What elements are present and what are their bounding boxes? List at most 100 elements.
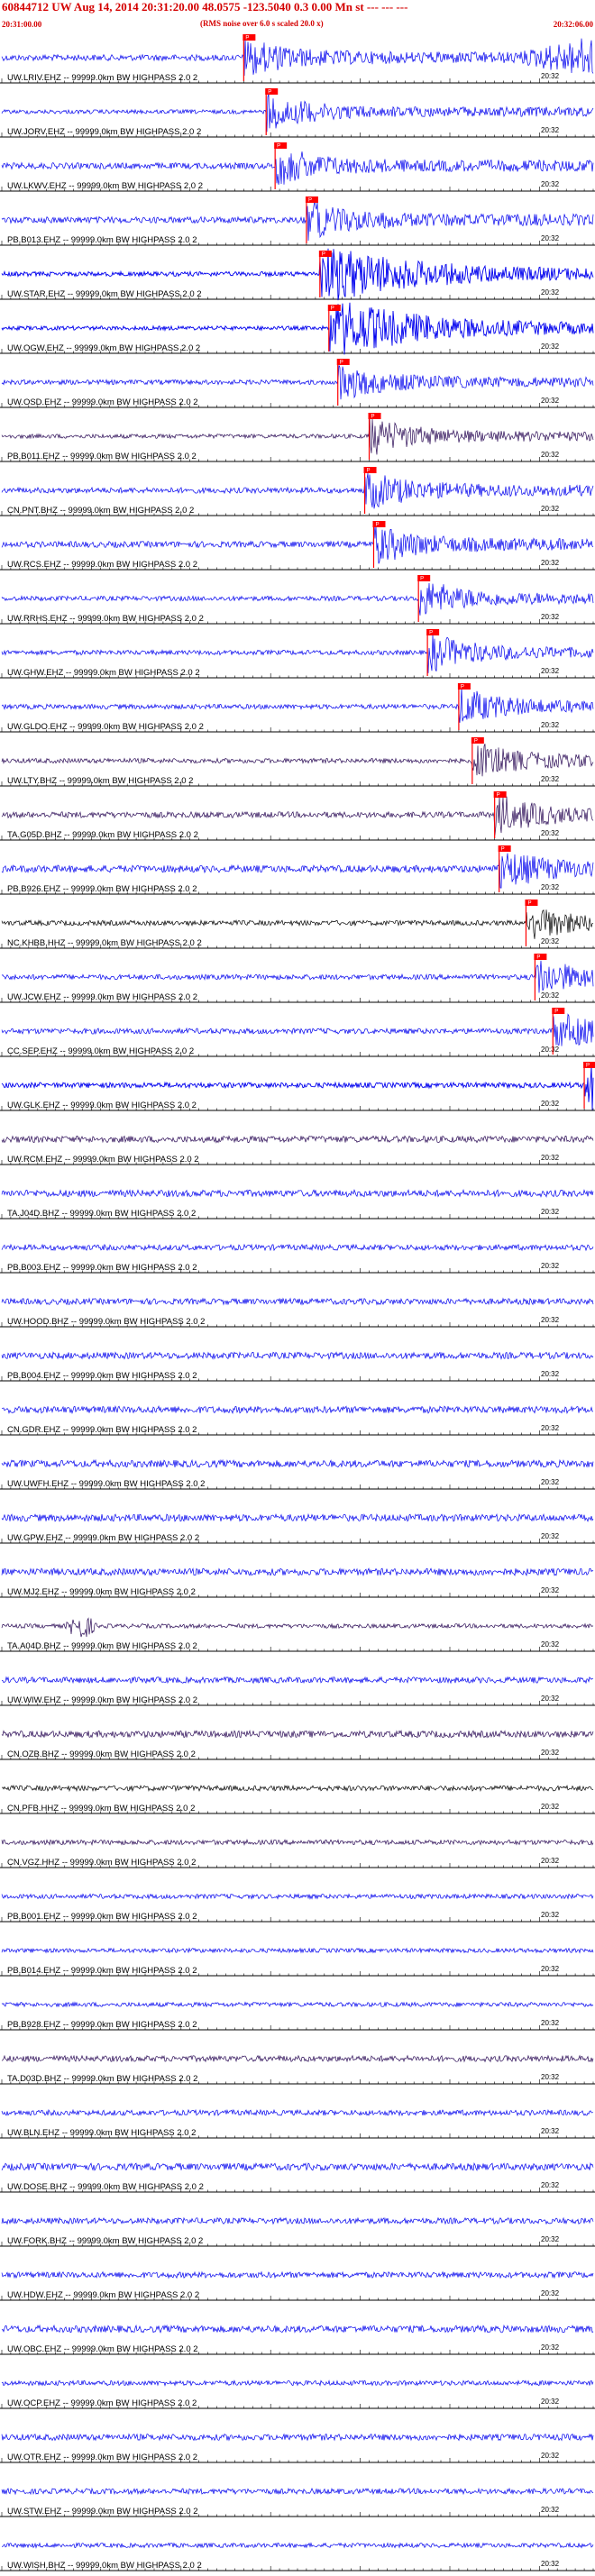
tick-label: 20:32 [541, 1532, 560, 1540]
station-label: CN.VGZ.HHZ -- 99999.0km BW HIGHPASS 2.0 … [7, 1858, 196, 1868]
trace-12: 20:32 UW.GLDO.EHZ -- 99999.0km BW HIGHPAS… [0, 683, 595, 733]
trace-37: 20:32 TA.D03D.BHZ -- 99999.0km BW HIGHPAS… [0, 2054, 595, 2085]
waveform [1, 2054, 594, 2063]
trace-21: 20:32 TA.J04D.BHZ -- 99999.0km BW HIGHPAS… [0, 1188, 595, 1219]
station-label: PB.B014.EHZ -- 99999.0km BW HIGHPASS 2.0… [7, 1966, 197, 1976]
waveform [1, 1839, 594, 1846]
pick-label: P [461, 685, 464, 690]
plot-title: 60844712 UW Aug 14, 2014 20:31:20.00 48.… [2, 0, 408, 14]
station-label: UW.GLDO.EHZ -- 99999.0km BW HIGHPASS 2.0… [7, 722, 204, 732]
waveform [1, 2487, 594, 2496]
tick-label: 20:32 [541, 1478, 560, 1486]
waveform [1, 687, 594, 723]
trace-39: 20:32 UW.DOSE.BHZ -- 99999.0km BW HIGHPAS… [0, 2161, 595, 2193]
station-label: TA.A04D.BHZ -- 99999.0km BW HIGHPASS 2.0… [7, 1641, 197, 1651]
station-label: TA.J04D.BHZ -- 99999.0km BW HIGHPASS 2.0… [7, 1209, 196, 1219]
station-label: TA.D03D.BHZ -- 99999.0km BW HIGHPASS 2.0… [7, 2074, 197, 2084]
trace-36: 20:32 PB.B928.EHZ -- 99999.0km BW HIGHPAS… [0, 2001, 595, 2031]
tick-label: 20:32 [541, 1424, 560, 1432]
station-label: PB.B001.EHZ -- 99999.0km BW HIGHPASS 2.0… [7, 1912, 197, 1922]
waveform [1, 853, 594, 889]
tick-label: 20:32 [541, 1857, 560, 1865]
tick-label: 20:32 [541, 234, 560, 242]
station-label: UW.HOOD.BHZ -- 99999.0km BW HIGHPASS 2.0… [7, 1317, 205, 1327]
tick-label: 20:32 [541, 126, 560, 134]
trace-11: 20:32 UW.GHW.EHZ -- 99999.0km BW HIGHPASS… [0, 629, 595, 679]
trace-3: 20:32 PB.B013.EHZ -- 99999.0km BW HIGHPAS… [0, 196, 595, 246]
trace-2: 20:32 UW.LKWV.EHZ -- 99999.0km BW HIGHPAS… [0, 142, 595, 192]
pick-label: P [527, 901, 531, 907]
pick-label: P [367, 469, 371, 474]
pick-label: P [277, 144, 280, 150]
trace-27: 20:32 UW.GPW.EHZ -- 99999.0km BW HIGHPASS… [0, 1512, 595, 1544]
tick-label: 20:32 [541, 1316, 560, 1324]
tick-label: 20:32 [541, 1370, 560, 1378]
tick-label: 20:32 [541, 397, 560, 405]
station-label: UW.OTR.EHZ -- 99999.0km BW HIGHPASS 2.0 … [7, 2453, 197, 2462]
trace-8: 20:32 CN.PNT.BHZ -- 99999.0km BW HIGHPASS… [0, 467, 595, 516]
waveform [1, 1351, 594, 1360]
pick-label: P [340, 361, 343, 366]
tick-label: 20:32 [541, 2181, 560, 2189]
station-label: UW.RRHS.EHZ -- 99999.0km BW HIGHPASS 2.0… [7, 614, 204, 624]
waveform [1, 1404, 593, 1415]
station-label: TA.G05D.BHZ -- 99999.0km BW HIGHPASS 2.0… [7, 830, 198, 840]
station-label: CC.SEP.EHZ -- 99999.0km BW HIGHPASS 2.0 … [7, 1046, 194, 1056]
waveform [1, 1458, 594, 1468]
tick-label: 20:32 [541, 1911, 560, 1919]
waveform [1, 2001, 594, 2008]
station-label: UW.RCS.EHZ -- 99999.0km BW HIGHPASS 2.0 … [7, 560, 197, 570]
trace-4: 20:32 UW.STAR.EHZ -- 99999.0km BW HIGHPAS… [0, 248, 595, 301]
station-label: UW.GPW.EHZ -- 99999.0km BW HIGHPASS 2.0 … [7, 1533, 199, 1543]
trace-18: 20:32 CC.SEP.EHZ -- 99999.0km BW HIGHPASS… [0, 1008, 595, 1057]
trace-35: 20:32 PB.B014.EHZ -- 99999.0km BW HIGHPAS… [0, 1947, 595, 1977]
pick-label: P [586, 1064, 590, 1069]
waveform [1, 2324, 594, 2334]
tick-label: 20:32 [541, 1640, 560, 1649]
tick-label: 20:32 [541, 721, 560, 729]
tick-label: 20:32 [541, 2019, 560, 2027]
station-label: UW.GLK.EHZ -- 99999.0km BW HIGHPASS 2.0 … [7, 1101, 197, 1110]
trace-14: 20:32 TA.G05D.BHZ -- 99999.0km BW HIGHPAS… [0, 791, 595, 841]
tick-label: 20:32 [541, 2235, 560, 2243]
station-label: PB.B003.EHZ -- 99999.0km BW HIGHPASS 2.0… [7, 1263, 197, 1273]
start-time-label: 20:31:00.00 [2, 20, 42, 29]
tick-label: 20:32 [541, 1046, 560, 1054]
waveform [1, 1243, 594, 1252]
waveform [1, 365, 594, 400]
trace-16: 20:32 NC.KHBB.HHZ -- 99999.0km BW HIGHPAS… [0, 900, 595, 949]
trace-10: 20:32 UW.RRHS.EHZ -- 99999.0km BW HIGHPAS… [0, 575, 595, 625]
tick-label: 20:32 [541, 667, 560, 675]
waveform [1, 2542, 594, 2549]
trace-25: 20:32 CN.GDR.EHZ -- 99999.0km BW HIGHPASS… [0, 1404, 595, 1436]
waveform [1, 151, 594, 185]
tick-label: 20:32 [541, 991, 560, 1000]
waveform [1, 38, 594, 77]
tick-label: 20:32 [541, 505, 560, 513]
tick-label: 20:32 [541, 2452, 560, 2460]
trace-9: 20:32 UW.RCS.EHZ -- 99999.0km BW HIGHPASS… [0, 521, 595, 571]
waveform [1, 1013, 594, 1046]
trace-29: 20:32 TA.A04D.BHZ -- 99999.0km BW HIGHPAS… [0, 1617, 595, 1652]
station-label: PB.B011.EHZ -- 99999.0km BW HIGHPASS 2.0… [7, 452, 197, 461]
pick-label: P [245, 36, 249, 41]
trace-28: 20:32 UW.MJ2.EHZ -- 99999.0km BW HIGHPASS… [0, 1567, 595, 1598]
trace-7: 20:32 PB.B011.EHZ -- 99999.0km BW HIGHPAS… [0, 413, 595, 462]
pick-label: P [497, 793, 500, 799]
tick-label: 20:32 [541, 1965, 560, 1973]
tick-label: 20:32 [541, 2073, 560, 2081]
tick-label: 20:32 [541, 2289, 560, 2297]
waveform [1, 2433, 594, 2442]
plot-subtitle: (RMS noise over 6.0 s scaled 20.0 x) [200, 19, 324, 28]
waveform [1, 1512, 594, 1522]
waveform [1, 1567, 594, 1577]
trace-5: 20:32 UW.OGW.EHZ -- 99999.0km BW HIGHPASS… [0, 302, 595, 355]
trace-17: 20:32 UW.JCW.EHZ -- 99999.0km BW HIGHPASS… [0, 954, 595, 1003]
trace-20: 20:32 UW.RCM.EHZ -- 99999.0km BW HIGHPASS… [0, 1135, 595, 1165]
waveform [1, 2108, 594, 2117]
waveform [1, 1893, 594, 1900]
pick-label: P [420, 577, 424, 582]
waveform [1, 744, 594, 777]
tick-label: 20:32 [541, 1262, 560, 1270]
trace-44: 20:32 UW.OTR.EHZ -- 99999.0km BW HIGHPASS… [0, 2433, 595, 2463]
